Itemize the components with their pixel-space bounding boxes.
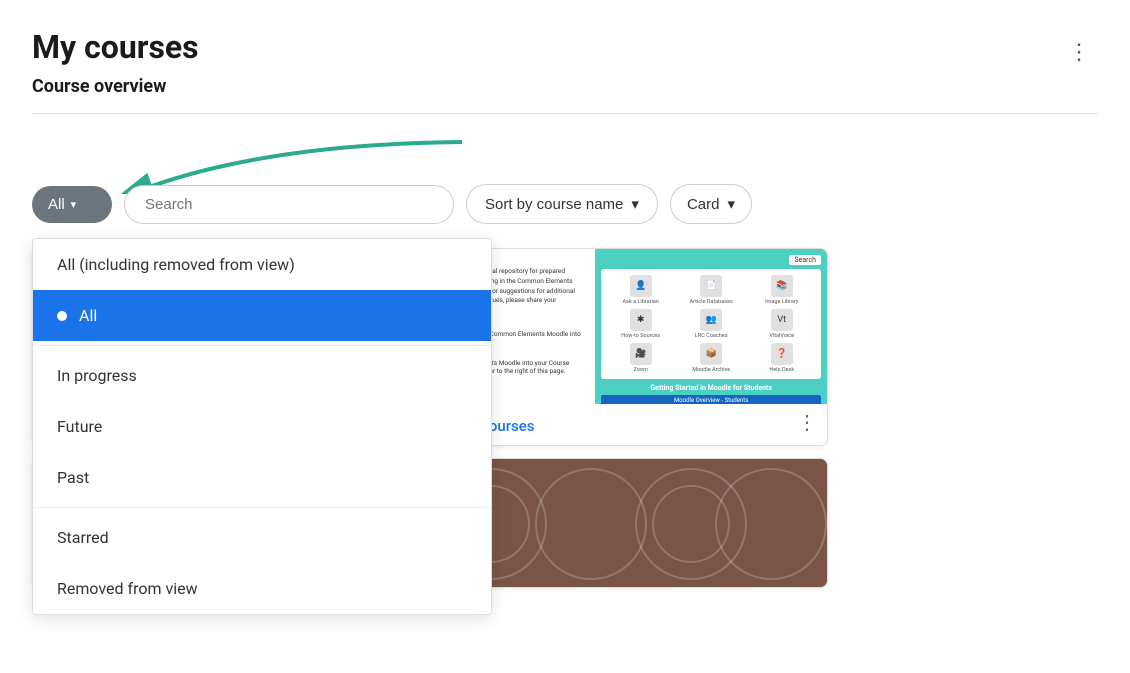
all-filter-label: All <box>48 196 65 213</box>
dropdown-item-label: All (including removed from view) <box>57 255 295 274</box>
search-wrapper <box>124 185 454 224</box>
page-options-button[interactable]: ⋮ <box>1060 37 1098 67</box>
dropdown-divider <box>33 345 491 346</box>
search-input[interactable] <box>124 185 454 224</box>
dropdown-item-removed-from-view[interactable]: Removed from view <box>33 563 491 614</box>
dropdown-item-future[interactable]: Future <box>33 401 491 452</box>
dropdown-divider <box>33 507 491 508</box>
dropdown-item-in-progress[interactable]: In progress <box>33 350 491 401</box>
radio-dot-icon <box>57 311 67 321</box>
divider <box>32 113 1098 114</box>
sort-dropdown[interactable]: Sort by course name ▾ <box>466 184 658 224</box>
dropdown-item-label: Past <box>57 468 89 487</box>
all-filter-dropdown[interactable]: All ▾ <box>32 186 112 223</box>
sort-chevron-icon: ▾ <box>631 195 639 213</box>
dropdown-item-label: Removed from view <box>57 579 198 598</box>
filter-dropdown-menu: All (including removed from view) All In… <box>32 238 492 615</box>
dropdown-item-starred[interactable]: Starred <box>33 512 491 563</box>
dropdown-item-label: All <box>79 306 97 325</box>
card-chevron-icon: ▾ <box>727 195 735 213</box>
sort-label: Sort by course name <box>485 196 623 213</box>
dropdown-item-label: Future <box>57 417 102 436</box>
course-screenshot-right: Search 👤 Ask a Librarian 📄 Article Datab… <box>595 249 827 404</box>
dropdown-item-all[interactable]: All <box>33 290 491 341</box>
toolbar: All ▾ Sort by course name ▾ Card ▾ <box>32 184 1098 224</box>
dropdown-item-past[interactable]: Past <box>33 452 491 503</box>
card-view-dropdown[interactable]: Card ▾ <box>670 184 752 224</box>
card-label: Card <box>687 196 720 213</box>
dropdown-item-all-including-removed[interactable]: All (including removed from view) <box>33 239 491 290</box>
dropdown-item-label: In progress <box>57 366 137 385</box>
all-filter-chevron-icon: ▾ <box>71 198 77 211</box>
page-title: My courses <box>32 28 199 66</box>
dropdown-item-label: Starred <box>57 528 109 547</box>
course-card-menu-button-common-elements[interactable]: ⋮ <box>797 410 817 435</box>
section-title: Course overview <box>32 76 1098 97</box>
